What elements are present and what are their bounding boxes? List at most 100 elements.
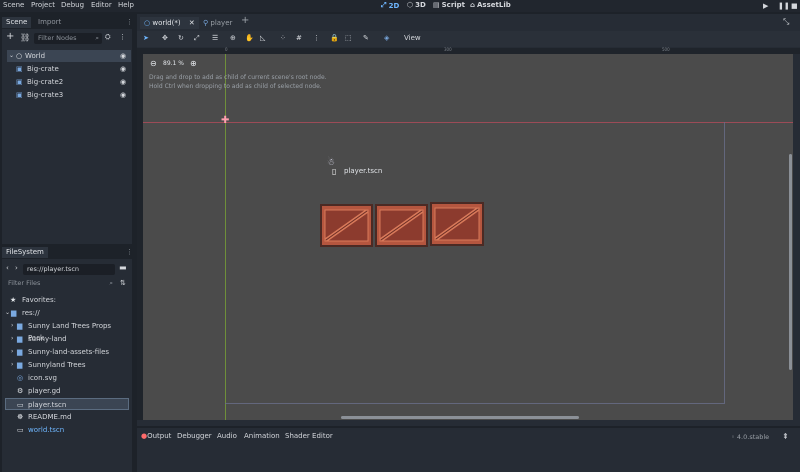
3d-view-icon: ⬡ [407,1,414,9]
scale-tool-icon[interactable]: ⤢ [194,34,204,44]
move-tool-icon[interactable]: ✥ [162,34,172,44]
visibility-eye-icon[interactable]: ◉ [120,89,126,101]
collapse-arrow-icon[interactable]: ⌄ [5,307,10,319]
big-crate-sprite[interactable] [320,204,373,247]
file-item[interactable]: ▭ player.tscn [5,398,129,410]
distraction-free-icon[interactable]: ⤡ [783,17,789,27]
pause-icon[interactable]: ❚❚ [778,2,790,10]
folder-icon: ▆ [17,361,23,369]
link-icon[interactable]: ⛓ [20,33,30,42]
favorites-row[interactable]: ★ Favorites: [5,294,129,306]
version-indicator: ◦ 4.0.stable [731,433,770,441]
res-root-row[interactable]: ⌄ ▆ res:// [5,307,129,319]
select-tool-icon[interactable]: ➤ [143,34,153,44]
add-tab-icon[interactable]: + [241,15,249,26]
file-item[interactable]: › ▆ Sunnyland Trees [5,359,129,371]
workspace-3d[interactable]: ⬡ 3D [407,1,426,9]
tab-filesystem[interactable]: FileSystem [2,247,48,258]
script-attach-icon[interactable]: ⛭ [105,33,111,42]
file-item[interactable]: ◎ icon.svg [5,372,129,384]
expand-arrow-icon[interactable]: › [11,320,13,332]
filter-nodes-input[interactable]: Filter Nodes ⌕ [34,33,102,44]
tree-node-big-crate[interactable]: ▣ Big-crate ◉ [7,63,131,75]
ik-icon[interactable]: ◈ [384,34,394,44]
visibility-eye-icon[interactable]: ◉ [120,63,126,75]
forward-arrow-icon[interactable]: › [15,264,18,272]
workspace-assetlib[interactable]: ⌂ AssetLib [470,1,511,9]
menu-scene[interactable]: Scene [3,1,24,9]
tab-shader-editor[interactable]: Shader Editor [285,432,333,440]
scene-dock: Scene Import ⋮ + ⛓ Filter Nodes ⌕ ⛭ ⋮ ⌄ … [2,16,133,244]
big-crate3-sprite[interactable] [430,202,484,246]
zoom-in-icon[interactable]: ⊕ [190,59,197,68]
tab-audio[interactable]: Audio [217,432,237,440]
layout-toggle-icon[interactable]: ▬ [119,263,127,272]
play-icon[interactable]: ▶ [763,2,768,10]
tab-world[interactable]: ○ world(*) ✕ [140,17,199,29]
collapse-arrow-icon[interactable]: ⌄ [9,50,14,62]
ruler-icon[interactable]: ◺ [260,34,270,44]
tab-debugger[interactable]: Debugger [177,432,212,440]
tree-node-world[interactable]: ⌄ ○ World ◉ [7,50,131,62]
visibility-eye-icon[interactable]: ◉ [120,76,126,88]
sort-icon[interactable]: ⇅ [120,279,126,287]
assetlib-icon: ⌂ [470,1,476,9]
expand-arrow-icon[interactable]: › [11,346,13,358]
grid-snap-icon[interactable]: # [296,34,306,44]
search-icon: ⌕ [95,34,99,42]
menu-editor[interactable]: Editor [91,1,112,9]
path-field[interactable]: res://player.tscn [23,264,115,275]
tree-node-big-crate2[interactable]: ▣ Big-crate2 ◉ [7,76,131,88]
tree-node-big-crate3[interactable]: ▣ Big-crate3 ◉ [7,89,131,101]
workspace-script[interactable]: ▤ Script [433,1,465,9]
tab-animation[interactable]: Animation [244,432,280,440]
menu-project[interactable]: Project [31,1,55,9]
more-options-icon[interactable]: ⋮ [126,248,133,256]
gdscript-icon: ⚙ [17,387,24,395]
snap-options-icon[interactable]: ⋮ [313,34,323,44]
close-icon[interactable]: ✕ [189,19,195,27]
file-item[interactable]: ▭ world.tscn [5,424,129,436]
file-item[interactable]: ☸ README.md [5,411,129,423]
menu-help[interactable]: Help [118,1,134,9]
file-item[interactable]: › ▆ Sunny-land-assets-files [5,346,129,358]
zoom-level[interactable]: 89.1 % [163,60,184,67]
expand-arrow-icon[interactable]: › [11,333,13,345]
file-item[interactable]: › ▆ sunny-land [5,333,129,345]
more-options-icon[interactable]: ⋮ [119,33,126,41]
menu-debug[interactable]: Debug [61,1,84,9]
group-icon[interactable]: ⬚ [345,34,355,44]
crate-icon [320,204,373,247]
pivot-icon[interactable]: ⊕ [230,34,240,44]
smart-snap-icon[interactable]: ⁘ [280,34,290,44]
horizontal-scrollbar[interactable] [341,416,579,419]
folder-icon: ▆ [17,348,23,356]
expand-panel-icon[interactable]: ⇞ [782,432,789,441]
big-crate2-sprite[interactable] [375,204,428,247]
pan-icon[interactable]: ✋ [245,34,255,44]
file-item[interactable]: › ▆ Sunny Land Trees Props Pack [5,320,129,342]
add-node-icon[interactable]: + [6,32,14,42]
view-menu[interactable]: View [404,34,421,42]
lock-icon[interactable]: 🔒 [330,34,340,44]
zoom-out-icon[interactable]: ⊖ [150,59,157,68]
file-item[interactable]: ⚙ player.gd [5,385,129,397]
rotate-tool-icon[interactable]: ↻ [178,34,188,44]
tab-player[interactable]: ⚲ player [199,17,236,29]
more-options-icon[interactable]: ⋮ [126,18,133,26]
expand-arrow-icon[interactable]: › [11,359,13,371]
vertical-scrollbar[interactable] [789,154,792,370]
search-icon: ⌕ [109,279,113,287]
back-arrow-icon[interactable]: ‹ [6,264,9,272]
visibility-eye-icon[interactable]: ◉ [120,50,126,62]
script-icon: ▤ [433,1,440,9]
filter-files-input[interactable]: Filter Files ⌕ [4,278,116,289]
skeleton-icon[interactable]: ✎ [363,34,373,44]
list-select-icon[interactable]: ☰ [212,34,222,44]
origin-crosshair-icon: ✚ [221,115,230,126]
stop-icon[interactable]: ■ [791,2,798,10]
tab-scene[interactable]: Scene [2,17,32,28]
tab-import[interactable]: Import [34,17,65,28]
workspace-2d[interactable]: ⤢ 2D [381,1,399,10]
tab-output[interactable]: ●Output [141,432,171,440]
